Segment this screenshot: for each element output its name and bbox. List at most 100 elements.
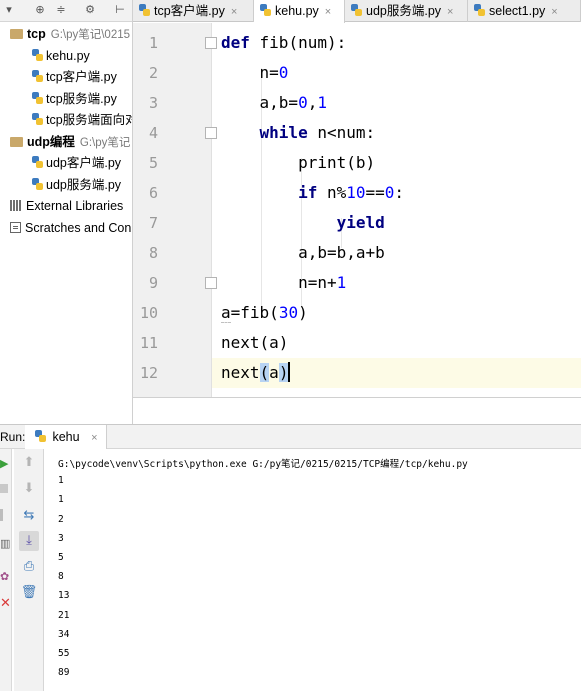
line-number: 8 bbox=[148, 244, 158, 262]
code-line-2[interactable]: n=0 bbox=[221, 58, 289, 88]
rerun-icon[interactable]: ▶ bbox=[0, 457, 8, 470]
editor-tab-label: select1.py bbox=[489, 4, 546, 18]
scroll-down-icon[interactable]: ⬇ bbox=[19, 479, 39, 499]
code-line-5[interactable]: print(b) bbox=[221, 148, 375, 178]
code-line-3[interactable]: a,b=0,1 bbox=[221, 88, 327, 118]
scroll-up-icon[interactable]: ⬆ bbox=[19, 453, 39, 473]
tree-item[interactable]: tcp服务端.py bbox=[32, 88, 117, 110]
run-tab-kehu[interactable]: kehu × bbox=[25, 425, 107, 449]
stop-icon[interactable] bbox=[0, 484, 8, 493]
code-line-7[interactable]: yield bbox=[221, 208, 385, 238]
run-side-strip: ▶ ▥ ✿ ✕ bbox=[0, 449, 12, 691]
folder-icon bbox=[10, 136, 23, 147]
line-number: 13 bbox=[133, 388, 158, 397]
editor-tab[interactable]: kehu.py × bbox=[254, 0, 345, 23]
text-caret bbox=[288, 362, 291, 382]
editor-tab-bar: tcp客户端.py × kehu.py × udp服务端.py × select1.py × bbox=[133, 0, 581, 23]
tree-item[interactable]: udp编程 G:\py笔记 bbox=[10, 131, 130, 153]
tree-item[interactable]: tcp G:\py笔记\0215 bbox=[10, 23, 130, 45]
python-file-icon bbox=[32, 177, 43, 191]
python-file-icon bbox=[32, 156, 43, 169]
project-toolbar: ▾ ⊕ ≑ ⚙ ⊢ bbox=[0, 0, 132, 22]
close-icon[interactable]: × bbox=[325, 6, 331, 18]
code-line-6[interactable]: if n%10==0: bbox=[221, 178, 404, 208]
console-output-line: 13 bbox=[58, 590, 70, 602]
code-line-12[interactable]: next(a) bbox=[221, 358, 291, 388]
library-icon bbox=[10, 200, 22, 211]
console-output-line: 55 bbox=[58, 648, 70, 659]
console-output-line: 34 bbox=[58, 628, 70, 640]
tree-item[interactable]: tcp服务端面向对 bbox=[32, 109, 133, 131]
python-file-icon bbox=[35, 430, 46, 443]
close-icon[interactable]: × bbox=[231, 6, 237, 18]
line-number: 6 bbox=[148, 184, 158, 202]
pause-icon[interactable] bbox=[0, 509, 3, 521]
console-output-line: 89 bbox=[58, 667, 70, 679]
console-output-line: 2 bbox=[58, 513, 64, 525]
console-output[interactable]: G:\pycode\venv\Scripts\python.exe G:/py笔… bbox=[45, 449, 581, 691]
restore-layout-icon[interactable]: ▥ bbox=[0, 537, 10, 550]
editor-tab[interactable]: udp服务端.py × bbox=[345, 0, 468, 22]
target-icon[interactable]: ⊕ bbox=[33, 3, 47, 17]
python-file-icon bbox=[260, 4, 271, 17]
editor-tab[interactable]: select1.py × bbox=[468, 0, 581, 22]
line-number: 4 bbox=[148, 124, 158, 142]
code-line-4[interactable]: while n<num: bbox=[221, 118, 376, 148]
line-number: 7 bbox=[148, 214, 158, 232]
tree-item-label: tcp服务端面向对 bbox=[46, 113, 133, 127]
tree-item[interactable]: External Libraries bbox=[10, 195, 123, 217]
tree-item-label: udp客户端.py bbox=[46, 156, 122, 170]
line-number: 9 bbox=[148, 274, 158, 292]
console-output-line: 5 bbox=[58, 552, 64, 563]
tree-item[interactable]: kehu.py bbox=[32, 45, 90, 67]
scroll-to-end-icon[interactable]: ⤓ bbox=[19, 531, 39, 551]
line-number: 2 bbox=[148, 64, 158, 82]
console-output-line: 21 bbox=[58, 609, 70, 621]
collapse-icon[interactable]: ▾ bbox=[2, 3, 16, 17]
close-icon[interactable]: × bbox=[551, 6, 557, 18]
code-editor[interactable]: 12345678910111213 def fib(num): n=0 a,b=… bbox=[133, 23, 581, 398]
soft-wrap-icon[interactable]: ⇆ bbox=[19, 506, 39, 526]
python-file-icon bbox=[351, 4, 362, 17]
code-line-10[interactable]: a=fib(30) bbox=[221, 298, 308, 328]
gutter: 12345678910111213 bbox=[133, 23, 217, 397]
settings-icon[interactable]: ✿ bbox=[0, 570, 9, 583]
collapse-all-icon[interactable]: ≑ bbox=[54, 3, 68, 17]
close-run-icon[interactable]: ✕ bbox=[0, 596, 11, 611]
folder-icon bbox=[10, 29, 23, 39]
console-command-line: G:\pycode\venv\Scripts\python.exe G:/py笔… bbox=[58, 459, 468, 470]
print-icon[interactable]: ⎙ bbox=[19, 557, 39, 577]
code-line-9[interactable]: n=n+1 bbox=[221, 268, 346, 298]
line-number: 3 bbox=[148, 94, 158, 112]
fold-marker-icon[interactable] bbox=[205, 127, 217, 139]
tree-item[interactable]: udp客户端.py bbox=[32, 152, 121, 174]
editor-tab-label: tcp客户端.py bbox=[154, 4, 225, 18]
tree-item[interactable]: Scratches and Con bbox=[10, 217, 131, 239]
python-file-icon bbox=[474, 4, 485, 17]
fold-marker-icon[interactable] bbox=[205, 37, 217, 49]
python-file-icon bbox=[32, 91, 43, 105]
code-line-8[interactable]: a,b=b,a+b bbox=[221, 238, 385, 268]
line-number: 11 bbox=[139, 334, 158, 352]
hide-icon[interactable]: ⊢ bbox=[113, 3, 127, 17]
editor-tab[interactable]: tcp客户端.py × bbox=[133, 0, 254, 22]
fold-marker-icon[interactable] bbox=[205, 277, 217, 289]
code-line-11[interactable]: next(a) bbox=[221, 328, 288, 358]
run-label: Run: bbox=[0, 430, 26, 444]
python-file-icon bbox=[32, 70, 43, 83]
trash-icon[interactable]: 🗑 bbox=[19, 583, 39, 603]
console-output-line: 1 bbox=[58, 494, 64, 506]
close-icon[interactable]: × bbox=[447, 6, 453, 18]
tree-item-label: tcp bbox=[27, 27, 46, 41]
tree-item[interactable]: udp服务端.py bbox=[32, 174, 121, 196]
close-icon[interactable]: × bbox=[91, 432, 97, 444]
line-number: 12 bbox=[139, 364, 158, 382]
line-number: 1 bbox=[148, 34, 158, 52]
gear-icon[interactable]: ⚙ bbox=[83, 3, 97, 17]
line-number: 10 bbox=[139, 304, 158, 322]
tree-item-path: G:\py笔记\0215 bbox=[50, 29, 131, 41]
tree-item-label: Scratches and Con bbox=[25, 220, 132, 235]
code-line-1[interactable]: def fib(num): bbox=[221, 28, 346, 58]
tree-item[interactable]: tcp客户端.py bbox=[32, 66, 117, 88]
python-file-icon bbox=[139, 4, 150, 17]
